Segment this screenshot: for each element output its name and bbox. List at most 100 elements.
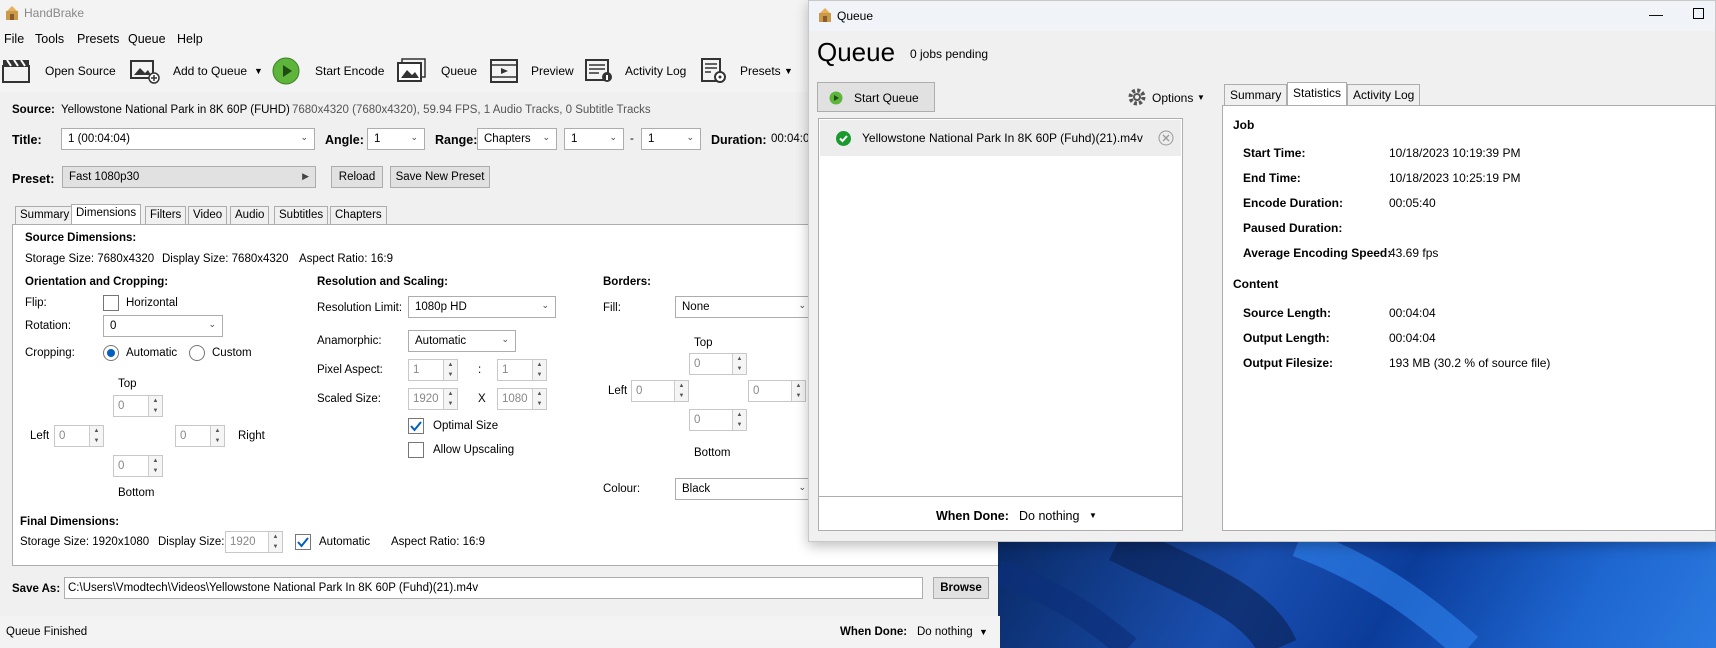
- crop-top-input[interactable]: 0 ▲ ▼: [113, 395, 163, 417]
- presets-button[interactable]: Presets ▼: [698, 52, 798, 92]
- spinner-arrows-icon[interactable]: ▲ ▼: [148, 396, 162, 416]
- flip-horizontal-checkbox[interactable]: [103, 295, 119, 311]
- pixel-aspect-width-input[interactable]: 1 ▲ ▼: [408, 359, 458, 381]
- final-display-size-input[interactable]: 1920 ▲ ▼: [225, 531, 283, 553]
- pixel-aspect-width-value: 1: [413, 364, 420, 376]
- add-to-queue-label: Add to Queue: [173, 64, 248, 78]
- queue-job-item[interactable]: Yellowstone National Park In 8K 60P (Fuh…: [820, 120, 1181, 156]
- spinner-arrows-icon[interactable]: ▲ ▼: [148, 456, 162, 476]
- cropping-custom-label: Custom: [212, 347, 252, 359]
- checkmark-icon: [297, 537, 309, 548]
- open-source-button[interactable]: Open Source: [0, 52, 118, 92]
- chevron-down-icon[interactable]: ▼: [979, 627, 988, 637]
- chevron-down-icon: ⌄: [798, 300, 806, 310]
- remove-job-icon[interactable]: [1158, 130, 1174, 149]
- fill-label: Fill:: [603, 302, 621, 314]
- menu-presets[interactable]: Presets: [77, 32, 119, 46]
- crop-left-input[interactable]: 0 ▲ ▼: [54, 425, 104, 447]
- spinner-arrows-icon[interactable]: ▲ ▼: [89, 426, 103, 446]
- tab-dimensions[interactable]: Dimensions: [71, 204, 142, 225]
- queue-tab-activity-log[interactable]: Activity Log: [1347, 84, 1421, 105]
- chevron-down-icon[interactable]: ▼: [254, 66, 263, 76]
- spinner-arrows-icon[interactable]: ▲ ▼: [732, 354, 746, 374]
- spinner-arrows-icon[interactable]: ▲ ▼: [532, 360, 546, 380]
- border-top-input[interactable]: 0 ▲ ▼: [689, 353, 747, 375]
- tab-filters[interactable]: Filters: [145, 206, 187, 224]
- save-new-preset-button[interactable]: Save New Preset: [390, 166, 490, 188]
- final-automatic-checkbox[interactable]: [295, 534, 311, 550]
- app-title: HandBrake: [24, 6, 85, 20]
- range-to-dropdown[interactable]: 1 ⌄: [641, 128, 701, 150]
- start-queue-button[interactable]: Start Queue: [817, 82, 935, 112]
- add-image-icon: [130, 58, 160, 84]
- save-as-path-input[interactable]: C:\Users\Vmodtech\Videos\Yellowstone Nat…: [64, 577, 923, 599]
- crop-bottom-input[interactable]: 0 ▲ ▼: [113, 455, 163, 477]
- spinner-arrows-icon[interactable]: ▲ ▼: [443, 360, 457, 380]
- tab-audio[interactable]: Audio: [230, 206, 270, 224]
- chevron-down-icon[interactable]: ▼: [784, 66, 793, 76]
- optimal-size-checkbox[interactable]: [408, 418, 424, 434]
- menu-queue[interactable]: Queue: [128, 32, 166, 46]
- maximize-icon[interactable]: [1693, 8, 1704, 19]
- cropping-automatic-radio[interactable]: [103, 345, 119, 361]
- crop-top-value: 0: [118, 400, 125, 412]
- menu-tools[interactable]: Tools: [35, 32, 64, 46]
- activity-log-label: Activity Log: [625, 64, 687, 78]
- anamorphic-dropdown[interactable]: Automatic ⌄: [408, 330, 516, 352]
- activity-log-button[interactable]: Activity Log: [583, 52, 688, 92]
- spinner-arrows-icon[interactable]: ▲ ▼: [443, 389, 457, 409]
- angle-dropdown[interactable]: 1 ⌄: [367, 128, 425, 150]
- queue-tab-summary[interactable]: Summary: [1224, 84, 1288, 105]
- queue-button[interactable]: Queue: [395, 52, 480, 92]
- scaled-height-input[interactable]: 1080 ▲ ▼: [497, 388, 547, 410]
- source-storage-size: Storage Size: 7680x4320: [25, 253, 155, 265]
- browse-button[interactable]: Browse: [933, 577, 989, 599]
- source-info: 7680x4320 (7680x4320), 59.94 FPS, 1 Audi…: [292, 104, 651, 116]
- output-filesize-label: Output Filesize:: [1243, 356, 1333, 370]
- tab-chapters[interactable]: Chapters: [330, 206, 387, 224]
- preset-selector[interactable]: Fast 1080p30 ▶: [62, 166, 316, 188]
- spinner-arrows-icon[interactable]: ▲ ▼: [791, 381, 805, 401]
- chevron-down-icon[interactable]: ▼: [1089, 511, 1097, 520]
- start-time-value: 10/18/2023 10:19:39 PM: [1389, 146, 1521, 160]
- border-left-input[interactable]: 0 ▲ ▼: [631, 380, 689, 402]
- border-bottom-input[interactable]: 0 ▲ ▼: [689, 409, 747, 431]
- tab-subtitles[interactable]: Subtitles: [274, 206, 329, 224]
- rotation-dropdown[interactable]: 0 ⌄: [103, 315, 223, 337]
- menu-help[interactable]: Help: [177, 32, 203, 46]
- add-to-queue-button[interactable]: Add to Queue ▼: [126, 52, 266, 92]
- spinner-arrows-icon[interactable]: ▲ ▼: [210, 426, 224, 446]
- spinner-arrows-icon[interactable]: ▲ ▼: [268, 532, 282, 552]
- preview-button[interactable]: Preview: [488, 52, 574, 92]
- cropping-custom-radio[interactable]: [189, 345, 205, 361]
- scaled-width-input[interactable]: 1920 ▲ ▼: [408, 388, 458, 410]
- queue-when-done-dropdown[interactable]: Do nothing: [1019, 509, 1079, 523]
- spinner-arrows-icon[interactable]: ▲ ▼: [674, 381, 688, 401]
- range-from-dropdown[interactable]: 1 ⌄: [564, 128, 624, 150]
- options-button[interactable]: Options ▼: [1127, 87, 1207, 109]
- spinner-arrows-icon[interactable]: ▲ ▼: [732, 410, 746, 430]
- cropping-label: Cropping:: [25, 347, 75, 359]
- range-dropdown[interactable]: Chapters ⌄: [477, 128, 557, 150]
- allow-upscaling-checkbox[interactable]: [408, 442, 424, 458]
- tab-video[interactable]: Video: [188, 206, 228, 224]
- chevron-down-icon: ▼: [1197, 93, 1205, 102]
- title-dropdown[interactable]: 1 (00:04:04) ⌄: [61, 128, 315, 150]
- fill-dropdown[interactable]: None ⌄: [675, 296, 813, 318]
- queue-tab-statistics[interactable]: Statistics: [1287, 82, 1348, 106]
- colour-dropdown[interactable]: Black ⌄: [675, 478, 813, 500]
- spinner-arrows-icon[interactable]: ▲ ▼: [532, 389, 546, 409]
- queue-title-bar: Queue —: [809, 1, 1715, 31]
- tab-summary[interactable]: Summary: [15, 206, 75, 224]
- crop-right-input[interactable]: 0 ▲ ▼: [175, 425, 225, 447]
- resolution-limit-dropdown[interactable]: 1080p HD ⌄: [408, 296, 556, 318]
- minimize-icon[interactable]: —: [1649, 6, 1663, 22]
- status-when-done-dropdown[interactable]: Do nothing: [917, 626, 973, 638]
- reload-button[interactable]: Reload: [331, 166, 383, 188]
- end-time-value: 10/18/2023 10:25:19 PM: [1389, 171, 1521, 185]
- pixel-aspect-height-input[interactable]: 1 ▲ ▼: [497, 359, 547, 381]
- menu-file[interactable]: File: [4, 32, 24, 46]
- orientation-heading: Orientation and Cropping:: [25, 276, 169, 288]
- start-encode-button[interactable]: Start Encode: [270, 52, 388, 92]
- border-right-input[interactable]: 0 ▲ ▼: [748, 380, 806, 402]
